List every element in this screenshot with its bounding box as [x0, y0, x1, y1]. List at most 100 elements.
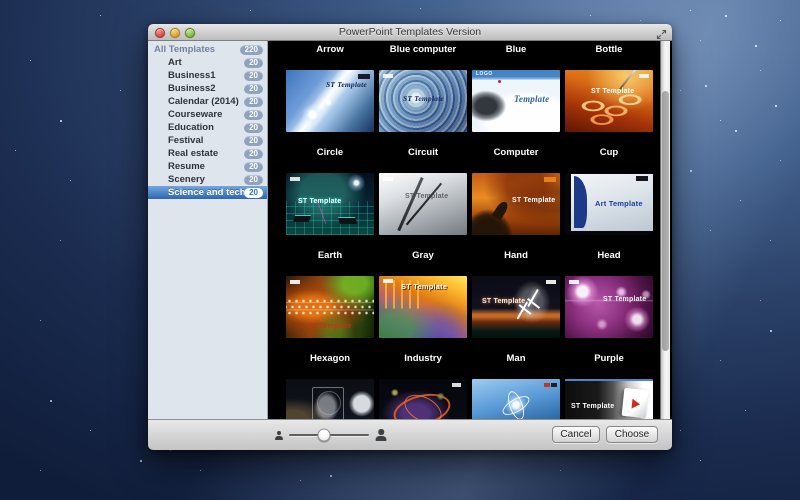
cancel-button[interactable]: Cancel	[552, 426, 600, 443]
thumbnail-logo-text: LOGO	[476, 71, 493, 77]
sidebar-item-label: Business2	[168, 83, 216, 94]
sidebar-item-label: Calendar (2014)	[168, 96, 239, 107]
thumbnail-label: Blue	[472, 43, 560, 57]
thumbnail-row: ST Template ST Template ST Template Art …	[268, 173, 672, 235]
thumbnail-label: Head	[565, 249, 653, 263]
thumbnail-overlay-text: ST Template	[401, 282, 447, 291]
thumbnail-label: Circle	[286, 146, 374, 160]
window-titlebar: PowerPoint Templates Version	[148, 24, 672, 41]
fullscreen-arrows-icon[interactable]	[656, 27, 667, 38]
zoom-icon[interactable]	[185, 28, 195, 38]
thumbnail-overlay-text: ST Template	[482, 298, 525, 305]
close-icon[interactable]	[155, 28, 165, 38]
template-thumbnail-circle[interactable]: ST Template	[286, 70, 374, 132]
sidebar-item-resume[interactable]: Resume 20	[148, 160, 267, 173]
count-badge: 20	[244, 136, 263, 146]
vertical-scrollbar[interactable]	[660, 41, 670, 419]
template-thumbnail-circuit[interactable]: ST Template	[379, 70, 467, 132]
scrollbar-thumb[interactable]	[662, 91, 669, 351]
template-thumbnail-cup[interactable]: ST Template	[565, 70, 653, 132]
grid-label-row: Arrow Blue computer Blue Bottle	[268, 43, 672, 57]
sidebar-item-business2[interactable]: Business2 20	[148, 82, 267, 95]
thumbnail-overlay-text: ST Template	[571, 403, 614, 410]
thumbnail-label: Hexagon	[286, 352, 374, 366]
thumbnail-overlay-text: ST Template	[591, 88, 634, 95]
minimize-icon[interactable]	[170, 28, 180, 38]
choose-button[interactable]: Choose	[606, 426, 658, 443]
thumbnail-row: ST Template ST Template ST Template ST T…	[268, 276, 672, 338]
sidebar-item-label: Art	[168, 57, 182, 68]
bottom-toolbar: Cancel Choose	[148, 419, 672, 450]
thumbnail-row: ST Template ST Template LOGO Template ST…	[268, 70, 672, 132]
slider-knob[interactable]	[318, 429, 331, 442]
thumbnail-row-partial: ST Template	[268, 379, 672, 419]
person-small-icon	[274, 431, 283, 440]
sidebar-item-label: Festival	[168, 135, 203, 146]
count-badge: 20	[244, 149, 263, 159]
template-thumbnail-play[interactable]: ST Template	[565, 379, 653, 419]
template-thumbnail-vitruvian[interactable]	[286, 379, 374, 419]
template-grid: Arrow Blue computer Blue Bottle ST Templ…	[268, 41, 672, 419]
sidebar-item-business1[interactable]: Business1 20	[148, 69, 267, 82]
count-badge: 20	[244, 188, 263, 198]
template-thumbnail-atom[interactable]	[472, 379, 560, 419]
thumbnail-overlay-text: ST Template	[405, 193, 448, 200]
count-badge: 20	[244, 97, 263, 107]
sidebar-item-label: Real estate	[168, 148, 218, 159]
template-thumbnail-atom-sketch[interactable]	[379, 379, 467, 419]
template-thumbnail-earth[interactable]: ST Template	[286, 173, 374, 235]
thumbnail-label: Cup	[565, 146, 653, 160]
window-controls	[155, 28, 195, 38]
sidebar-item-real-estate[interactable]: Real estate 20	[148, 147, 267, 160]
sidebar-item-festival[interactable]: Festival 20	[148, 134, 267, 147]
window-title: PowerPoint Templates Version	[148, 24, 672, 40]
template-thumbnail-computer[interactable]: LOGO Template	[472, 70, 560, 132]
sidebar-item-scenery[interactable]: Scenery 20	[148, 173, 267, 186]
thumbnail-label: Earth	[286, 249, 374, 263]
thumbnail-label: Arrow	[286, 43, 374, 57]
thumbnail-label: Hand	[472, 249, 560, 263]
thumbnail-overlay-text: ST Template	[512, 197, 555, 204]
slider-track[interactable]	[289, 434, 369, 436]
sidebar-item-label: Science and technology	[168, 187, 244, 198]
thumbnail-label: Circuit	[379, 146, 467, 160]
count-badge: 20	[244, 71, 263, 81]
thumbnail-label: Blue computer	[379, 43, 467, 57]
thumbnail-overlay-text: ST Template	[308, 323, 351, 330]
thumbnail-label: Computer	[472, 146, 560, 160]
template-thumbnail-hexagon[interactable]: ST Template	[286, 276, 374, 338]
thumbnail-overlay-text: ST Template	[326, 80, 367, 89]
sidebar-item-science-and-technology[interactable]: Science and technology 20	[148, 186, 267, 199]
thumbnail-label: Industry	[379, 352, 467, 366]
sidebar-item-art[interactable]: Art 20	[148, 56, 267, 69]
sidebar-item-calendar[interactable]: Calendar (2014) 20	[148, 95, 267, 108]
template-thumbnail-purple[interactable]: ST Template	[565, 276, 653, 338]
app-window: PowerPoint Templates Version All Templat…	[148, 24, 672, 450]
sidebar: All Templates 220 Art 20 Business1 20 Bu…	[148, 41, 268, 419]
thumbnail-overlay-text: Template	[514, 94, 549, 104]
thumbnail-label: Bottle	[565, 43, 653, 57]
sidebar-item-label: Business1	[168, 70, 216, 81]
thumbnail-label: Purple	[565, 352, 653, 366]
sidebar-item-label: Education	[168, 122, 214, 133]
sidebar-item-education[interactable]: Education 20	[148, 121, 267, 134]
template-thumbnail-industry[interactable]: ST Template	[379, 276, 467, 338]
star-field-bright	[0, 0, 2, 2]
sidebar-item-label: Resume	[168, 161, 205, 172]
grid-label-row: Earth Gray Hand Head	[268, 249, 672, 263]
count-badge: 20	[244, 162, 263, 172]
template-thumbnail-man[interactable]: ST Template	[472, 276, 560, 338]
template-thumbnail-hand[interactable]: ST Template	[472, 173, 560, 235]
thumbnail-label: Gray	[379, 249, 467, 263]
count-badge: 20	[244, 110, 263, 120]
template-thumbnail-head[interactable]: Art Template	[565, 173, 653, 235]
thumbnail-size-slider[interactable]	[274, 427, 387, 443]
count-badge: 20	[244, 84, 263, 94]
template-thumbnail-gray[interactable]: ST Template	[379, 173, 467, 235]
sidebar-item-all-templates[interactable]: All Templates 220	[148, 43, 267, 56]
grid-label-row: Hexagon Industry Man Purple	[268, 352, 672, 366]
thumbnail-overlay-text: ST Template	[603, 296, 646, 303]
count-badge: 20	[244, 175, 263, 185]
count-badge: 20	[244, 58, 263, 68]
sidebar-item-courseware[interactable]: Courseware 20	[148, 108, 267, 121]
